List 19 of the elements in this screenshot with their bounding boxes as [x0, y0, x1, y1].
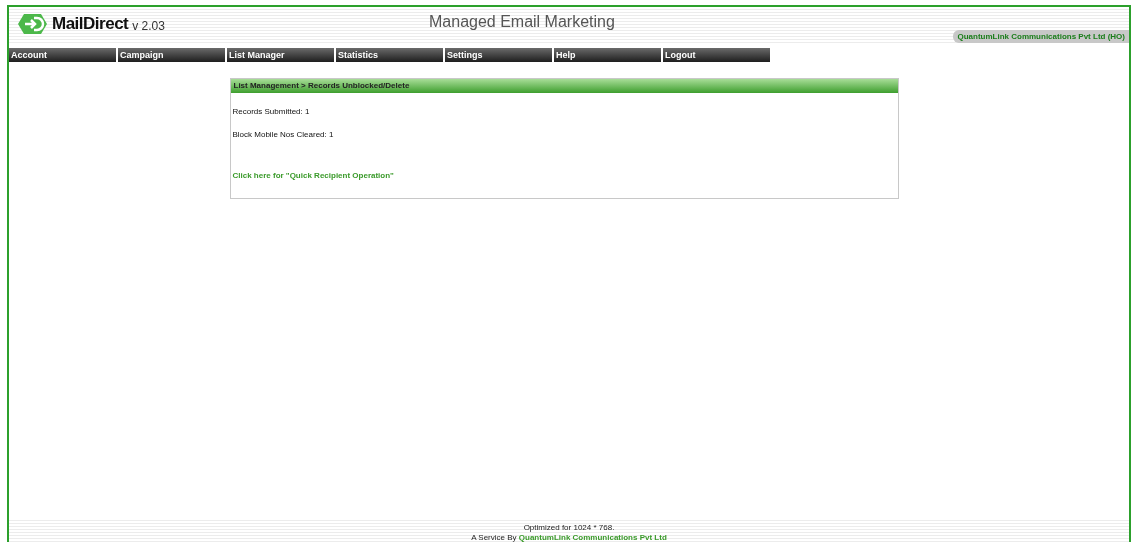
brand-name: MailDirect: [52, 14, 129, 34]
menu-item[interactable]: Campaign: [118, 48, 225, 62]
company-link[interactable]: QuantumLink Communications Pvt Ltd: [518, 533, 667, 542]
quick-operation-link[interactable]: Click here for "Quick Recipient Operation": [232, 171, 394, 180]
footer-credit: A Service By QuantumLink Communications Pvt Ltd: [471, 533, 667, 542]
footer-note: Optimized for 1024 * 768.: [523, 523, 615, 532]
menu-item[interactable]: Logout: [663, 48, 770, 62]
menu-item[interactable]: Settings: [445, 48, 552, 62]
menu-item[interactable]: Statistics: [336, 48, 443, 62]
company-badge: QuantumLink Communications Pvt Ltd (HO): [953, 30, 1129, 43]
menu-item[interactable]: Account: [9, 48, 116, 62]
menu-item[interactable]: List Manager: [227, 48, 334, 62]
result-line: Records Submitted: 1: [232, 107, 311, 116]
logo-icon: [17, 13, 48, 35]
menu-item[interactable]: Help: [554, 48, 661, 62]
result-line: Block Mobile Nos Cleared: 1: [232, 130, 335, 139]
site-title: Managed Email Marketing: [429, 12, 615, 31]
panel-title: List Management > Records Unblocked/Delete: [230, 79, 898, 93]
version-label: v 2.03: [132, 19, 165, 33]
